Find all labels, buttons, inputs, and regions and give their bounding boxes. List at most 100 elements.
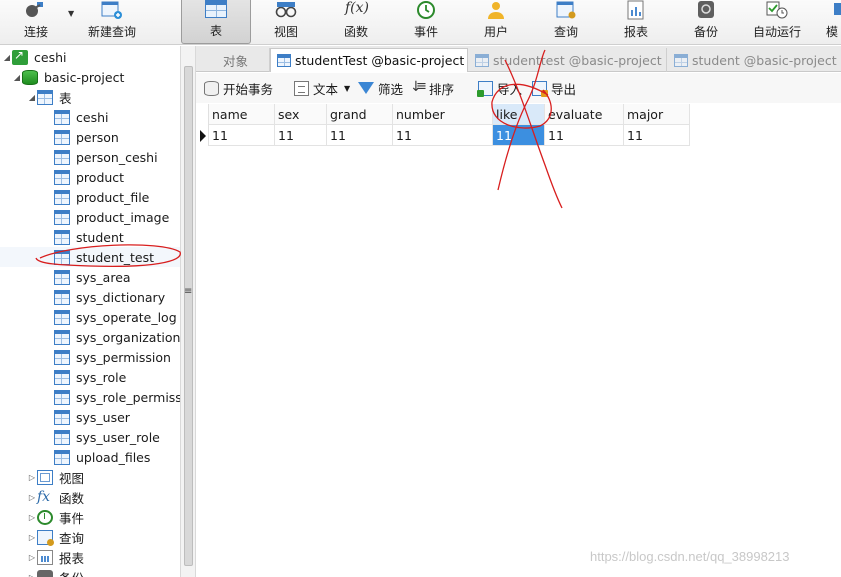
tree-table-item[interactable]: sys_role <box>0 367 180 387</box>
expand-icon[interactable]: ▷ <box>27 513 37 522</box>
auto-run-button[interactable]: 自动运行 <box>750 0 804 44</box>
expand-icon[interactable]: ▷ <box>27 553 37 562</box>
tree-table-item[interactable]: sys_user_role <box>0 427 180 447</box>
tree-group-event[interactable]: ▷ 事件 <box>27 507 84 527</box>
tree-group-query[interactable]: ▷ 查询 <box>27 527 84 547</box>
user-button[interactable]: 用户 <box>474 0 518 44</box>
text-label: 文本 <box>313 81 339 97</box>
sort-icon <box>410 79 427 96</box>
cell-name[interactable]: 11 <box>209 125 275 146</box>
tree-group-function[interactable]: ▷ fx 函数 <box>27 487 84 507</box>
tree-table-label: product_file <box>76 189 150 205</box>
tree-table-item[interactable]: product_image <box>0 207 180 227</box>
tree-table-label: sys_area <box>76 269 131 285</box>
collapse-icon[interactable]: ◢ <box>2 53 12 62</box>
tree-table-label: student <box>76 229 124 245</box>
tree-table-item[interactable]: upload_files <box>0 447 180 467</box>
column-header-name[interactable]: name <box>209 104 275 125</box>
scrollbar-thumb[interactable] <box>184 66 193 566</box>
view-label: 视图 <box>273 25 298 39</box>
tree-table-item[interactable]: sys_dictionary <box>0 287 180 307</box>
column-header-evaluate[interactable]: evaluate <box>545 104 624 125</box>
table-row[interactable]: 11 11 11 11 11 11 11 <box>196 125 690 146</box>
tree-table-item[interactable]: student_test <box>0 247 180 267</box>
cell-grand[interactable]: 11 <box>327 125 393 146</box>
tree-group-report[interactable]: ▷ 报表 <box>27 547 84 567</box>
splitter-grip-icon[interactable]: ≡ <box>184 286 192 297</box>
table-button[interactable]: 表 <box>181 0 251 44</box>
model-button[interactable]: 模 <box>826 0 841 44</box>
tree-tables-group[interactable]: ◢ 表 <box>27 87 72 107</box>
tree-table-item[interactable]: sys_user <box>0 407 180 427</box>
collapse-icon[interactable]: ◢ <box>27 93 37 102</box>
column-header-grand[interactable]: grand <box>327 104 393 125</box>
import-button[interactable]: 导入 <box>477 79 522 97</box>
cell-evaluate[interactable]: 11 <box>545 125 624 146</box>
filter-button[interactable]: 筛选 <box>358 79 403 97</box>
tab-student[interactable]: student @basic-project (c <box>668 48 841 72</box>
event-button[interactable]: 事件 <box>404 0 448 44</box>
backup-icon <box>695 0 717 20</box>
query-button[interactable]: 查询 <box>544 0 588 44</box>
tree-group-view[interactable]: ▷ 视图 <box>27 467 84 487</box>
tree-table-item[interactable]: sys_operate_log <box>0 307 180 327</box>
tree-table-item[interactable]: sys_role_permissi <box>0 387 180 407</box>
sort-button[interactable]: 排序 <box>410 79 454 97</box>
column-header-sex[interactable]: sex <box>275 104 327 125</box>
tab-studentTest[interactable]: studentTest @basic-project ... <box>270 48 468 72</box>
header-corner <box>196 104 209 125</box>
tree-table-item[interactable]: product_file <box>0 187 180 207</box>
expand-icon[interactable]: ▷ <box>27 573 37 577</box>
tree-connection-ceshi[interactable]: ◢ ceshi <box>2 47 66 67</box>
tab-studenttest[interactable]: studenttest @basic-project ... <box>469 48 667 72</box>
expand-icon[interactable]: ▷ <box>27 493 37 502</box>
tree-table-item[interactable]: sys_organization <box>0 327 180 347</box>
backup-button[interactable]: 备份 <box>684 0 728 44</box>
cell-sex[interactable]: 11 <box>275 125 327 146</box>
collapse-icon[interactable]: ◢ <box>12 73 22 82</box>
tree-table-label: sys_organization <box>76 329 180 345</box>
begin-transaction-button[interactable]: 开始事务 <box>204 79 273 97</box>
report-button[interactable]: 报表 <box>614 0 658 44</box>
table-icon <box>54 249 70 265</box>
expand-icon[interactable]: ▷ <box>27 473 37 482</box>
tree-table-item[interactable]: ceshi <box>0 107 180 127</box>
tree-connection-label: ceshi <box>34 49 67 65</box>
object-tree: ◢ ceshi ◢ basic-project ◢ 表 ceshi person p… <box>0 46 180 577</box>
report-icon <box>625 0 647 20</box>
export-button[interactable]: 导出 <box>532 79 576 97</box>
sidebar-scrollbar[interactable]: ≡ <box>180 46 196 577</box>
table-icon <box>277 54 291 67</box>
tree-table-item[interactable]: sys_permission <box>0 347 180 367</box>
chevron-down-icon[interactable]: ▼ <box>344 84 350 93</box>
tree-tables-group-label: 表 <box>59 90 72 106</box>
expand-icon[interactable]: ▷ <box>27 533 37 542</box>
function-button[interactable]: f(x) 函数 <box>334 0 378 44</box>
tree-group-backup[interactable]: ▷ 备份 <box>27 567 84 577</box>
tree-table-item[interactable]: sys_area <box>0 267 180 287</box>
cell-like[interactable]: 11 <box>493 125 545 146</box>
text-button[interactable]: 文本 ▼ <box>294 79 350 97</box>
query-icon <box>555 0 577 20</box>
tree-table-item[interactable]: person_ceshi <box>0 147 180 167</box>
table-icon <box>54 209 70 225</box>
table-edit-icon <box>475 53 489 67</box>
cell-number[interactable]: 11 <box>393 125 493 146</box>
column-header-number[interactable]: number <box>393 104 493 125</box>
connection-dropdown-icon[interactable]: ▼ <box>68 9 74 18</box>
backup-label: 备份 <box>693 25 718 39</box>
tree-table-item[interactable]: person <box>0 127 180 147</box>
tree-database-basic-project[interactable]: ◢ basic-project <box>12 67 124 87</box>
tab-objects[interactable]: 对象 <box>202 48 270 72</box>
connection-button[interactable]: 连接 <box>14 0 58 44</box>
tree-table-label: sys_user_role <box>76 429 160 445</box>
tree-table-item[interactable]: product <box>0 167 180 187</box>
column-header-like[interactable]: like <box>493 104 545 125</box>
view-button[interactable]: 视图 <box>264 0 308 44</box>
tree-table-item[interactable]: student <box>0 227 180 247</box>
cell-major[interactable]: 11 <box>624 125 690 146</box>
tables-group-icon <box>37 89 53 105</box>
new-query-button[interactable]: 新建查询 <box>84 0 140 44</box>
column-header-major[interactable]: major <box>624 104 690 125</box>
tree-table-label: upload_files <box>76 449 151 465</box>
